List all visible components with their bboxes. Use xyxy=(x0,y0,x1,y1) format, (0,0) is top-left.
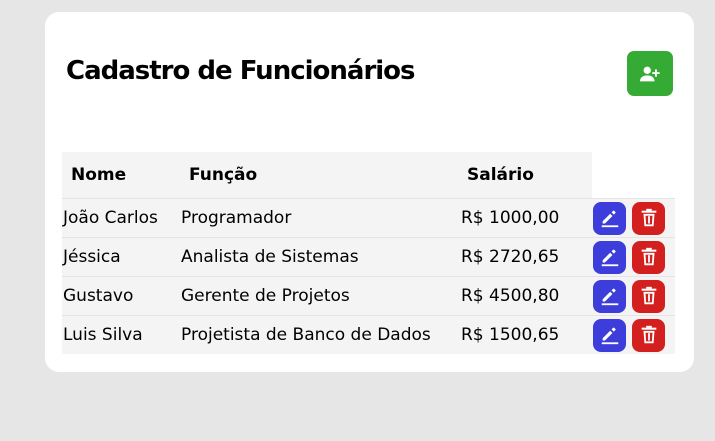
trash-icon xyxy=(641,325,656,344)
cell-nome: Luis Silva xyxy=(62,315,180,354)
trash-icon xyxy=(641,208,656,227)
delete-button[interactable] xyxy=(632,318,665,352)
cell-nome: Gustavo xyxy=(62,276,180,316)
trash-icon xyxy=(641,247,656,266)
add-user-icon xyxy=(639,66,660,81)
delete-button[interactable] xyxy=(632,240,665,274)
cell-nome: Jéssica xyxy=(62,237,180,277)
edit-button[interactable] xyxy=(593,318,626,352)
page-title: Cadastro de Funcionários xyxy=(66,56,416,86)
cell-salario: R$ 4500,80 xyxy=(461,276,592,316)
pencil-icon xyxy=(601,327,618,345)
table-row: Jéssica Analista de Sistemas R$ 2720,65 xyxy=(62,237,675,277)
cell-funcao: Gerente de Projetos xyxy=(180,276,461,316)
column-header-nome: Nome xyxy=(62,152,180,199)
pencil-icon xyxy=(601,210,618,228)
cell-nome: João Carlos xyxy=(62,198,180,238)
trash-icon xyxy=(641,286,656,305)
column-header-actions xyxy=(592,152,675,199)
table-header-row: Nome Função Salário xyxy=(62,152,675,199)
cell-funcao: Programador xyxy=(180,198,461,238)
delete-button[interactable] xyxy=(632,201,665,235)
table-row: Gustavo Gerente de Projetos R$ 4500,80 xyxy=(62,276,675,316)
cell-actions xyxy=(592,237,675,277)
table-row: Luis Silva Projetista de Banco de Dados … xyxy=(62,315,675,354)
delete-button[interactable] xyxy=(632,279,665,313)
cell-salario: R$ 2720,65 xyxy=(461,237,592,277)
cell-funcao: Projetista de Banco de Dados xyxy=(180,315,461,354)
column-header-salario: Salário xyxy=(461,152,592,199)
cell-actions xyxy=(592,276,675,316)
edit-button[interactable] xyxy=(593,201,626,235)
edit-button[interactable] xyxy=(593,240,626,274)
add-employee-button[interactable] xyxy=(627,51,673,96)
cell-salario: R$ 1000,00 xyxy=(461,198,592,238)
employee-card: Cadastro de Funcionários Nome Função Sal… xyxy=(45,12,694,372)
employee-table: Nome Função Salário João Carlos Programa… xyxy=(62,152,675,354)
cell-actions xyxy=(592,315,675,354)
cell-actions xyxy=(592,198,675,238)
table-row: João Carlos Programador R$ 1000,00 xyxy=(62,198,675,238)
column-header-funcao: Função xyxy=(180,152,461,199)
edit-button[interactable] xyxy=(593,279,626,313)
pencil-icon xyxy=(601,288,618,306)
cell-salario: R$ 1500,65 xyxy=(461,315,592,354)
cell-funcao: Analista de Sistemas xyxy=(180,237,461,277)
pencil-icon xyxy=(601,249,618,267)
